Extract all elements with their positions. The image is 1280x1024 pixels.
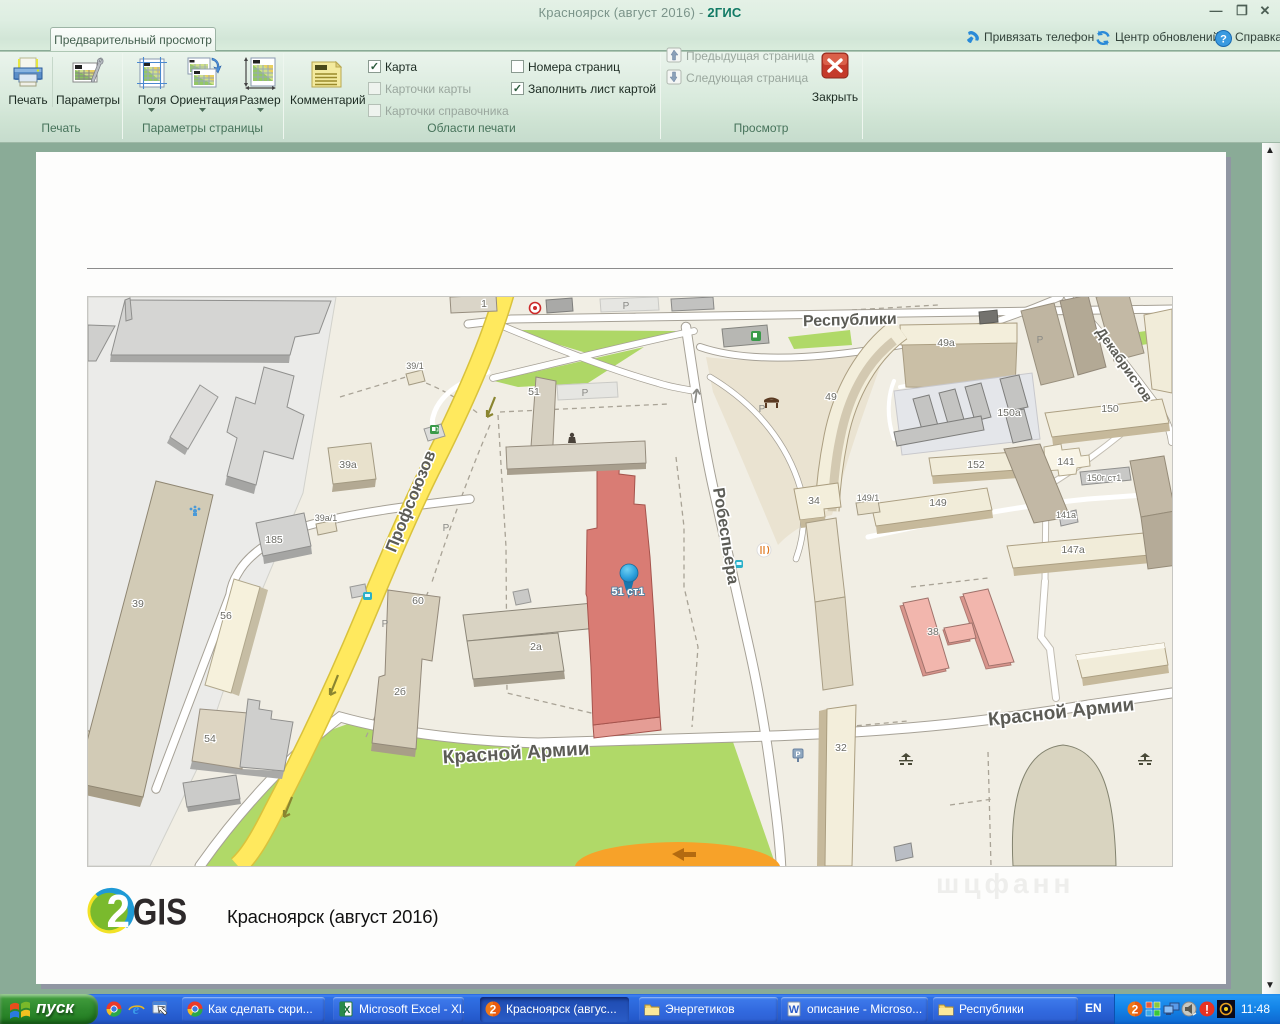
svg-text:32: 32 (835, 742, 847, 754)
svg-text:38: 38 (927, 626, 939, 638)
svg-text:49: 49 (825, 391, 837, 403)
svg-text:51 ст1: 51 ст1 (612, 586, 645, 598)
svg-text:e: e (133, 1002, 140, 1017)
svg-text:54: 54 (204, 733, 216, 745)
svg-text:147а: 147а (1061, 544, 1085, 556)
svg-text:Республики: Республики (803, 311, 897, 330)
svg-text:1: 1 (481, 298, 487, 310)
svg-text:39/1: 39/1 (406, 361, 424, 371)
svg-text:Р: Р (623, 301, 630, 312)
svg-text:Р: Р (795, 750, 800, 759)
svg-text:150а: 150а (997, 407, 1021, 419)
svg-text:!: ! (1205, 1003, 1209, 1017)
svg-text:2: 2 (1132, 1003, 1139, 1017)
svg-text:W: W (789, 1004, 800, 1016)
svg-text:39: 39 (132, 598, 144, 610)
svg-text:GIS: GIS (133, 892, 187, 933)
svg-text:56: 56 (220, 610, 232, 622)
svg-text:2: 2 (107, 886, 131, 936)
svg-text:141а: 141а (1056, 510, 1076, 520)
svg-text:2а: 2а (530, 641, 542, 653)
svg-text:2б: 2б (394, 686, 406, 698)
svg-text:141: 141 (1057, 456, 1075, 468)
svg-text:152: 152 (967, 459, 985, 471)
svg-text:39а: 39а (339, 459, 357, 471)
svg-text:60: 60 (412, 595, 424, 607)
svg-text:X: X (344, 1005, 351, 1016)
svg-text:Р: Р (582, 388, 589, 399)
svg-text:150г ст1: 150г ст1 (1087, 473, 1121, 483)
svg-text:51: 51 (528, 386, 540, 398)
svg-text:Р: Р (1037, 335, 1044, 346)
svg-text:2: 2 (490, 1003, 497, 1017)
svg-text:Р: Р (382, 619, 389, 630)
svg-text:149: 149 (929, 497, 947, 509)
svg-text:Р: Р (759, 404, 766, 415)
svg-text:Р: Р (443, 523, 450, 534)
svg-text:49а: 49а (937, 337, 955, 349)
svg-text:149/1: 149/1 (857, 493, 880, 503)
svg-text:185: 185 (265, 534, 283, 546)
svg-text:39а/1: 39а/1 (315, 513, 338, 523)
svg-text:?: ? (1220, 34, 1227, 46)
svg-text:150: 150 (1101, 403, 1119, 415)
svg-text:34: 34 (808, 495, 820, 507)
